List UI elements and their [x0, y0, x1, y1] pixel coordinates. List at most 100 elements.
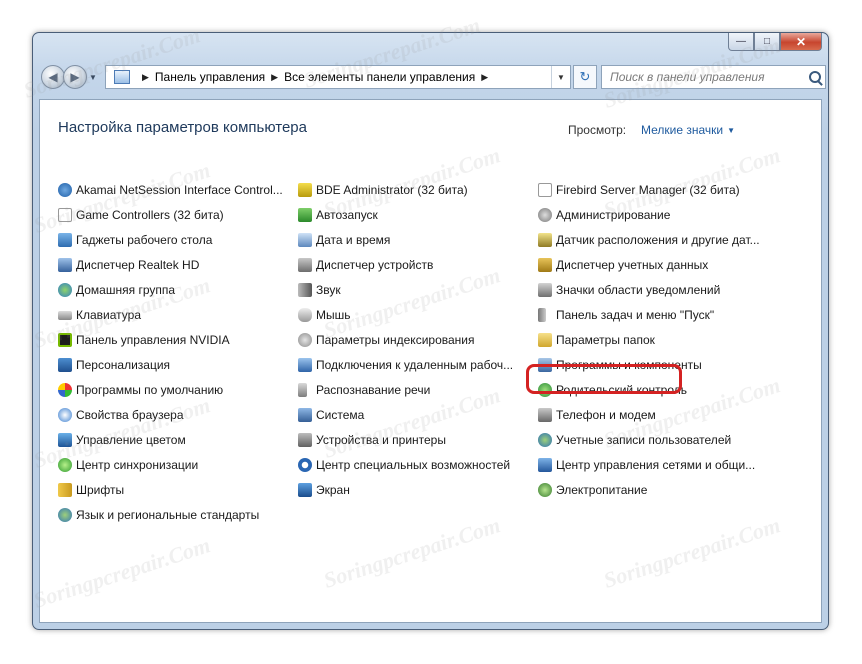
microphone-icon: [298, 383, 307, 397]
display-icon: [298, 483, 312, 497]
fonts-folder-icon: [58, 483, 72, 497]
cp-item-speech-recognition[interactable]: Распознавание речи: [298, 380, 430, 400]
cp-item-display[interactable]: Экран: [298, 480, 350, 500]
cp-item-date-time[interactable]: Дата и время: [298, 230, 390, 250]
view-label: Просмотр:: [568, 123, 627, 137]
cp-item-personalization[interactable]: Персонализация: [58, 355, 170, 375]
sensor-icon: [538, 233, 552, 247]
cp-item-folder-options[interactable]: Параметры папок: [538, 330, 655, 350]
admin-tools-icon: [538, 208, 552, 222]
folder-options-icon: [538, 333, 552, 347]
cp-item-bde-admin[interactable]: BDE Administrator (32 бита): [298, 180, 468, 200]
cp-item-notification-icons[interactable]: Значки области уведомлений: [538, 280, 720, 300]
cp-item-default-programs[interactable]: Программы по умолчанию: [58, 380, 223, 400]
cp-item-sound[interactable]: Звук: [298, 280, 341, 300]
page-title: Настройка параметров компьютера: [58, 119, 307, 136]
navigation-bar: ◀ ▶ ▼ ▶ Панель управления ▶ Все элементы…: [39, 65, 826, 91]
cp-item-homegroup[interactable]: Домашняя группа: [58, 280, 175, 300]
minimize-button[interactable]: —: [728, 33, 754, 51]
credential-icon: [538, 258, 552, 272]
cp-item-firebird[interactable]: Firebird Server Manager (32 бита): [538, 180, 740, 200]
network-icon: [538, 458, 552, 472]
address-bar[interactable]: ▶ Панель управления ▶ Все элементы панел…: [105, 65, 571, 89]
cp-item-nvidia[interactable]: Панель управления NVIDIA: [58, 330, 230, 350]
cp-item-taskbar-start[interactable]: Панель задач и меню "Пуск": [538, 305, 714, 325]
caption-buttons: — □ ✕: [728, 33, 822, 53]
cp-item-fonts[interactable]: Шрифты: [58, 480, 124, 500]
forward-button[interactable]: ▶: [63, 65, 87, 89]
cp-item-ease-of-access[interactable]: Центр специальных возможностей: [298, 455, 510, 475]
breadcrumb-separator-icon[interactable]: ▶: [142, 72, 149, 83]
control-panel-icon: [114, 70, 130, 84]
cp-item-color-management[interactable]: Управление цветом: [58, 430, 186, 450]
close-button[interactable]: ✕: [780, 33, 822, 51]
cp-item-devices-printers[interactable]: Устройства и принтеры: [298, 430, 446, 450]
phone-icon: [538, 408, 552, 422]
search-icon[interactable]: [805, 71, 825, 83]
recent-pages-dropdown-icon[interactable]: ▼: [89, 73, 97, 82]
cp-item-internet-options[interactable]: Свойства браузера: [58, 405, 184, 425]
search-input[interactable]: [602, 69, 805, 85]
bde-icon: [298, 183, 312, 197]
users-icon: [538, 433, 552, 447]
globe-icon: [58, 508, 72, 522]
sound-icon: [298, 283, 312, 297]
sync-icon: [58, 458, 72, 472]
system-icon: [298, 408, 312, 422]
keyboard-icon: [58, 310, 72, 320]
view-mode-value[interactable]: Мелкие значки: [641, 123, 723, 137]
internet-icon: [58, 408, 72, 422]
view-mode-dropdown[interactable]: Мелкие значки ▼: [641, 123, 735, 137]
cp-item-system[interactable]: Система: [298, 405, 364, 425]
cp-item-keyboard[interactable]: Клавиатура: [58, 305, 141, 325]
breadcrumb-control-panel[interactable]: Панель управления: [155, 70, 265, 84]
document-icon: [58, 208, 72, 222]
cp-item-indexing[interactable]: Параметры индексирования: [298, 330, 474, 350]
gadgets-icon: [58, 233, 72, 247]
cp-item-realtek[interactable]: Диспетчер Realtek HD: [58, 255, 199, 275]
printer-icon: [298, 433, 312, 447]
homegroup-icon: [58, 283, 72, 297]
breadcrumb-all-items[interactable]: Все элементы панели управления: [284, 70, 475, 84]
breadcrumb-separator-icon[interactable]: ▶: [271, 72, 278, 83]
clock-icon: [298, 233, 312, 247]
refresh-button[interactable]: ↻: [573, 65, 597, 89]
cp-item-user-accounts[interactable]: Учетные записи пользователей: [538, 430, 731, 450]
cp-item-remote-connections[interactable]: Подключения к удаленным рабоч...: [298, 355, 513, 375]
back-button[interactable]: ◀: [41, 65, 65, 89]
autoplay-icon: [298, 208, 312, 222]
power-icon: [538, 483, 552, 497]
device-manager-icon: [298, 258, 312, 272]
cp-item-location-sensors[interactable]: Датчик расположения и другие дат...: [538, 230, 760, 250]
cp-item-phone-modem[interactable]: Телефон и модем: [538, 405, 656, 425]
cp-item-sync-center[interactable]: Центр синхронизации: [58, 455, 198, 475]
default-programs-icon: [58, 383, 72, 397]
cp-item-game-controllers[interactable]: Game Controllers (32 бита): [58, 205, 224, 225]
notification-area-icon: [538, 283, 552, 297]
cp-item-administration[interactable]: Администрирование: [538, 205, 670, 225]
chevron-down-icon[interactable]: ▼: [727, 126, 735, 135]
cp-item-autoplay[interactable]: Автозапуск: [298, 205, 378, 225]
cp-item-akamai[interactable]: Akamai NetSession Interface Control...: [58, 180, 283, 200]
accessibility-icon: [298, 458, 312, 472]
cp-item-gadgets[interactable]: Гаджеты рабочего стола: [58, 230, 212, 250]
cp-item-network-center[interactable]: Центр управления сетями и общи...: [538, 455, 755, 475]
mouse-icon: [298, 308, 312, 322]
maximize-button[interactable]: □: [754, 33, 780, 51]
breadcrumb-separator-icon[interactable]: ▶: [481, 72, 488, 83]
folder-options-highlight: [526, 364, 682, 394]
monitor-icon: [58, 358, 72, 372]
speaker-icon: [58, 258, 72, 272]
address-dropdown-icon[interactable]: ▼: [551, 66, 570, 88]
cp-item-device-manager[interactable]: Диспетчер устройств: [298, 255, 433, 275]
cp-item-credential-manager[interactable]: Диспетчер учетных данных: [538, 255, 708, 275]
indexing-icon: [298, 333, 312, 347]
cp-item-mouse[interactable]: Мышь: [298, 305, 351, 325]
cp-item-power-options[interactable]: Электропитание: [538, 480, 647, 500]
control-panel-window: — □ ✕ ◀ ▶ ▼ ▶ Панель управления ▶ Все эл…: [32, 32, 829, 630]
taskbar-icon: [538, 308, 546, 322]
nvidia-icon: [58, 333, 72, 347]
search-box[interactable]: [601, 65, 826, 89]
cp-item-region-language[interactable]: Язык и региональные стандарты: [58, 505, 259, 525]
akamai-icon: [58, 183, 72, 197]
